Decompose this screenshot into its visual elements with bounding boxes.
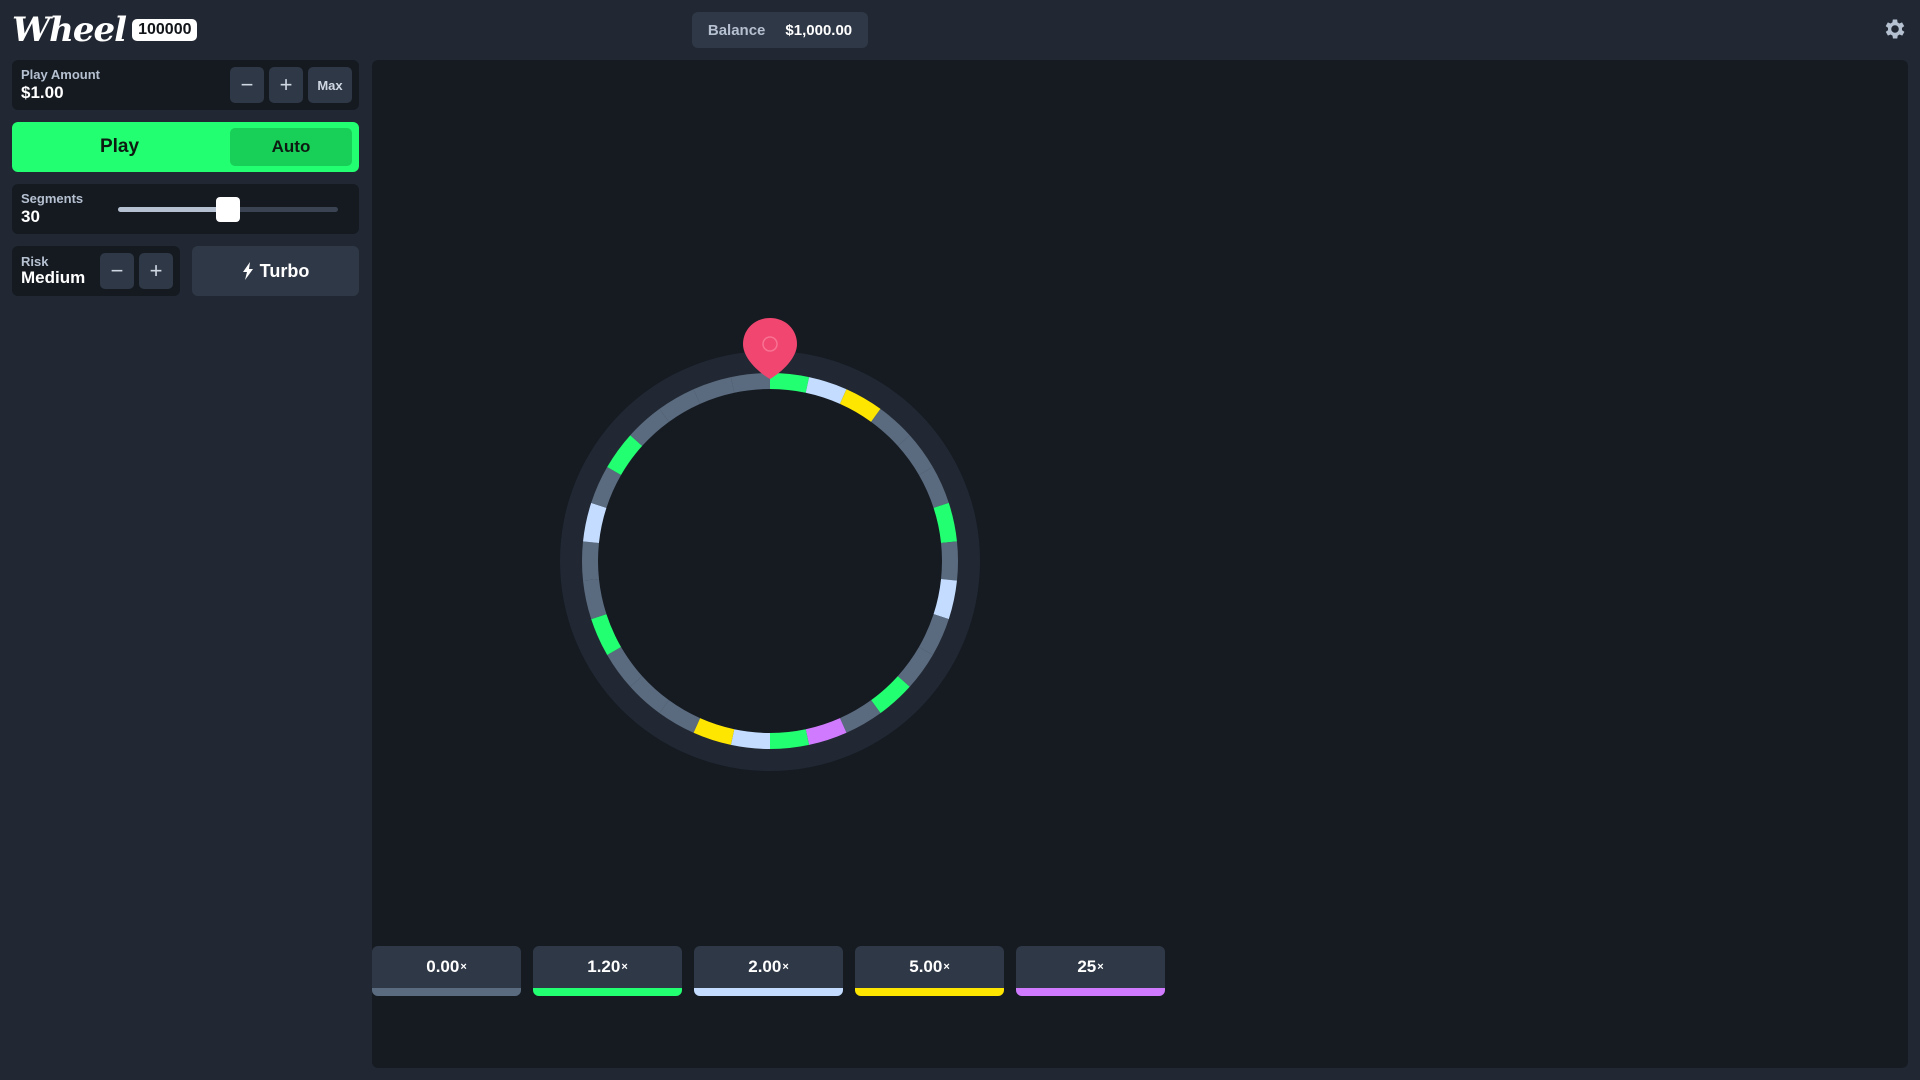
multiplier-color-bar	[372, 988, 521, 996]
risk-panel: Risk Medium − +	[12, 246, 180, 296]
play-button[interactable]: Play Auto	[12, 122, 359, 172]
plus-icon: +	[149, 258, 163, 283]
turbo-label: Turbo	[259, 260, 310, 281]
wheel-segment	[730, 729, 771, 749]
multiplier-suffix: ×	[460, 961, 467, 973]
logo: Wheel 100000	[12, 10, 198, 50]
logo-text: Wheel	[12, 10, 127, 50]
minus-icon: −	[240, 72, 254, 97]
wheel-segment	[769, 373, 810, 393]
increase-amount-button[interactable]: +	[269, 67, 303, 103]
top-bar: Wheel 100000 Balance $1,000.00	[0, 0, 1920, 60]
wheel-center	[598, 389, 942, 733]
play-amount-panel: Play Amount $1.00 − + Max	[12, 60, 359, 110]
multiplier-value: 5.00	[909, 957, 943, 976]
multiplier-value: 1.20	[587, 957, 621, 976]
segments-slider[interactable]	[118, 197, 338, 222]
minus-icon: −	[110, 258, 124, 283]
balance-value: $1,000.00	[785, 21, 853, 39]
turbo-button[interactable]: Turbo	[192, 246, 359, 296]
balance-display: Balance $1,000.00	[692, 12, 868, 48]
multiplier-color-bar	[694, 988, 843, 996]
multiplier-chip: 2.00 ×	[694, 946, 843, 996]
max-button[interactable]: Max	[308, 67, 352, 103]
slider-thumb[interactable]	[216, 197, 240, 222]
wheel	[560, 318, 980, 771]
settings-button[interactable]	[1880, 14, 1910, 44]
wheel-segment	[583, 578, 607, 620]
slider-fill	[118, 207, 228, 212]
segments-value: 30	[21, 207, 40, 226]
wheel-segment	[583, 502, 607, 544]
wheel-segment	[933, 578, 957, 620]
wheel-segment	[582, 541, 599, 581]
wheel-segment	[941, 541, 958, 581]
wheel-segment	[730, 373, 771, 393]
plus-icon: +	[279, 72, 293, 97]
multiplier-chip: 5.00 ×	[855, 946, 1004, 996]
lightning-icon	[242, 262, 253, 280]
wheel-segments	[560, 351, 980, 771]
decrease-amount-button[interactable]: −	[230, 67, 264, 103]
multiplier-chip: 1.20 ×	[533, 946, 682, 996]
multiplier-color-bar	[1016, 988, 1165, 996]
multiplier-suffix: ×	[621, 961, 628, 973]
segments-panel: Segments 30	[12, 184, 359, 234]
multiplier-color-bar	[533, 988, 682, 996]
play-button-label: Play	[99, 136, 140, 157]
decrease-risk-button[interactable]: −	[100, 253, 134, 289]
segments-label: Segments	[21, 191, 84, 206]
multiplier-chip: 25 ×	[1016, 946, 1165, 996]
wheel-segment	[933, 502, 957, 544]
risk-label: Risk	[21, 254, 49, 269]
play-amount-label: Play Amount	[21, 67, 100, 82]
multiplier-suffix: ×	[943, 961, 950, 973]
auto-button[interactable]: Auto	[230, 128, 352, 166]
logo-badge: 100000	[132, 19, 198, 41]
balance-label: Balance	[707, 21, 766, 39]
risk-value: Medium	[21, 268, 86, 287]
multiplier-suffix: ×	[1097, 961, 1104, 973]
multiplier-value: 25	[1077, 957, 1097, 976]
gear-icon	[1885, 19, 1905, 39]
wheel-segment	[769, 729, 810, 749]
increase-risk-button[interactable]: +	[139, 253, 173, 289]
multiplier-legend: 0.00 × 1.20 × 2.00 × 5.00 × 25 ×	[372, 946, 1168, 996]
multiplier-suffix: ×	[782, 961, 789, 973]
multiplier-chip: 0.00 ×	[372, 946, 521, 996]
multiplier-value: 2.00	[748, 957, 782, 976]
multiplier-value: 0.00	[426, 957, 460, 976]
multiplier-color-bar	[855, 988, 1004, 996]
play-amount-value[interactable]: $1.00	[21, 83, 64, 103]
